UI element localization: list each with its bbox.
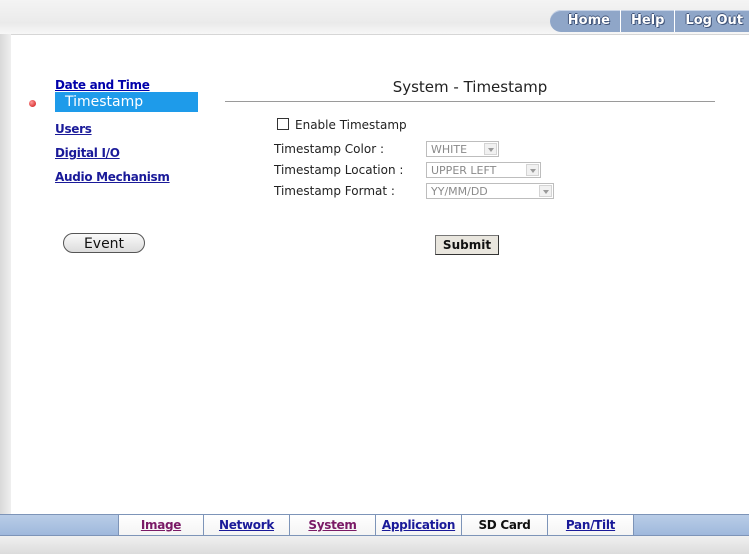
enable-timestamp-row[interactable]: Enable Timestamp <box>277 118 557 138</box>
active-bullet-icon <box>29 100 36 107</box>
tab-pan-tilt[interactable]: Pan/Tilt <box>548 514 634 536</box>
sidebar-item-timestamp[interactable]: Timestamp <box>25 92 198 116</box>
submit-button[interactable]: Submit <box>435 235 499 255</box>
logout-link[interactable]: Log Out <box>675 10 749 32</box>
top-nav: Home Help Log Out <box>549 10 749 32</box>
sidebar-item-label[interactable]: Timestamp <box>55 92 198 112</box>
left-gutter <box>0 34 11 514</box>
tab-system[interactable]: System <box>290 514 376 536</box>
tab-application[interactable]: Application <box>376 514 462 536</box>
tab-image[interactable]: Image <box>118 514 204 536</box>
format-row: Timestamp Format : YY/MM/DD <box>274 180 554 201</box>
location-row: Timestamp Location : UPPER LEFT <box>274 159 554 180</box>
bottom-tabs: Image Network System Application SD Card… <box>118 514 634 536</box>
bottom-floor <box>0 536 749 554</box>
enable-timestamp-checkbox[interactable] <box>277 118 289 130</box>
tab-sd-card[interactable]: SD Card <box>462 514 548 536</box>
color-label: Timestamp Color : <box>274 141 384 156</box>
home-link[interactable]: Home <box>558 10 621 32</box>
sidebar: Date and Time Timestamp Users Digital I/… <box>25 76 198 192</box>
chevron-down-icon[interactable] <box>539 184 552 197</box>
chevron-down-icon[interactable] <box>526 163 539 176</box>
location-select-value: UPPER LEFT <box>431 163 497 177</box>
timestamp-form: Enable Timestamp Timestamp Color : WHITE… <box>274 118 554 201</box>
location-label: Timestamp Location : <box>274 162 404 177</box>
format-select-value: YY/MM/DD <box>431 184 488 198</box>
format-select[interactable]: YY/MM/DD <box>426 182 554 199</box>
color-row: Timestamp Color : WHITE <box>274 138 554 159</box>
title-divider <box>225 101 715 102</box>
sidebar-item-users[interactable]: Users <box>55 120 185 144</box>
help-link[interactable]: Help <box>621 10 676 32</box>
sidebar-item-audio-mechanism[interactable]: Audio Mechanism <box>55 168 185 192</box>
format-label: Timestamp Format : <box>274 183 395 198</box>
color-select-value: WHITE <box>431 142 468 156</box>
tab-network[interactable]: Network <box>204 514 290 536</box>
color-select[interactable]: WHITE <box>426 140 499 157</box>
event-button[interactable]: Event <box>63 233 145 253</box>
location-select[interactable]: UPPER LEFT <box>426 161 541 178</box>
page-title: System - Timestamp <box>392 78 548 96</box>
enable-timestamp-label: Enable Timestamp <box>295 118 407 132</box>
chevron-down-icon[interactable] <box>484 142 497 155</box>
sidebar-item-digital-io[interactable]: Digital I/O <box>55 144 185 168</box>
